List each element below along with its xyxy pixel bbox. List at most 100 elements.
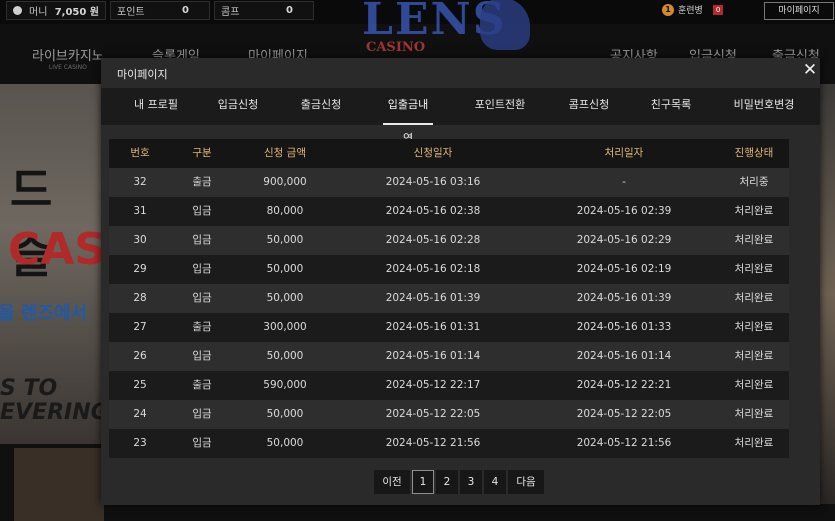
table-row: 24 입금 50,000 2024-05-12 22:05 2024-05-12 22:… — [109, 400, 789, 429]
cell-request-date: 2024-05-16 02:18 — [385, 263, 481, 275]
col-amount: 신청 금액 — [264, 147, 306, 159]
table-row: 28 입금 50,000 2024-05-16 01:39 2024-05-16 01:… — [109, 284, 789, 313]
table-row: 32 출금 900,000 2024-05-16 03:16 - 처리중 — [109, 168, 789, 197]
comp-value: 0 — [286, 5, 293, 16]
cell-process-date: 2024-05-12 22:05 — [576, 408, 672, 420]
banner-text-3: 을 렌즈에서 — [0, 303, 88, 324]
table-row: 23 입금 50,000 2024-05-12 21:56 2024-05-12 21:… — [109, 429, 789, 458]
mypage-button[interactable]: 마이페이지 — [764, 2, 834, 20]
col-request-date: 신청일자 — [413, 147, 453, 159]
user-name: 훈련병 — [678, 6, 703, 16]
level-icon: 1 — [662, 3, 674, 16]
cell-status: 처리완료 — [734, 292, 774, 304]
cell-process-date: 2024-05-16 02:19 — [576, 263, 672, 275]
table-row: 27 출금 300,000 2024-05-16 01:31 2024-05-16 01… — [109, 313, 789, 342]
table-body: 32 출금 900,000 2024-05-16 03:16 - 처리중 31 입금 80,00… — [109, 168, 789, 458]
tab-history[interactable]: 입출금내역 — [383, 88, 433, 145]
cell-process-date: 2024-05-12 21:56 — [576, 437, 672, 449]
cell-process-date: 2024-05-16 02:29 — [576, 234, 672, 246]
modal-tabs: 내 프로필 입금신청 출금신청 입출금내역 포인트전환 콤프신청 친구목록 비밀… — [101, 88, 820, 145]
table-header: 번호 구분 신청 금액 신청일자 처리일자 진행상태 — [109, 139, 789, 168]
point-balance: 포인트 0 — [110, 1, 210, 20]
money-balance: 머니 7,050 원 — [6, 1, 106, 20]
cell-amount: 50,000 — [266, 292, 304, 304]
pagination: 이전 1 2 3 4 다음 — [374, 470, 544, 494]
banner-text-4: S TO — [0, 376, 58, 401]
page-root: 머니 7,050 원 포인트 0 콤프 0 1 훈련병 0 마이페이지 LENS… — [0, 0, 835, 521]
cell-status: 처리완료 — [734, 379, 774, 391]
comp-label: 콤프 — [221, 7, 240, 18]
cell-amount: 50,000 — [266, 408, 304, 420]
col-type: 구분 — [192, 147, 212, 159]
tab-withdraw[interactable]: 출금신청 — [296, 88, 346, 125]
cell-type: 출금 — [192, 321, 212, 333]
nav-live-casino-sub: LIVE CASINO — [48, 64, 87, 71]
tab-deposit[interactable]: 입금신청 — [213, 88, 263, 125]
cell-type: 입금 — [192, 263, 212, 275]
cell-amount: 900,000 — [263, 176, 307, 188]
page-button-2[interactable]: 2 — [436, 470, 458, 494]
cell-status: 처리완료 — [734, 437, 774, 449]
cell-process-date: 2024-05-16 02:39 — [576, 205, 672, 217]
cell-process-date: 2024-05-16 01:14 — [576, 350, 672, 362]
cell-request-date: 2024-05-16 02:28 — [385, 234, 481, 246]
cell-request-date: 2024-05-16 03:16 — [385, 176, 481, 188]
col-number: 번호 — [130, 147, 150, 159]
cell-number: 32 — [133, 176, 147, 188]
table-row: 25 출금 590,000 2024-05-12 22:17 2024-05-12 22… — [109, 371, 789, 400]
mail-icon[interactable]: 0 — [712, 4, 724, 15]
cell-amount: 80,000 — [266, 205, 304, 217]
cell-type: 입금 — [192, 205, 212, 217]
next-page-button[interactable]: 다음 — [508, 470, 544, 494]
prev-page-button[interactable]: 이전 — [374, 470, 410, 494]
cell-amount: 50,000 — [266, 350, 304, 362]
cell-type: 입금 — [192, 408, 212, 420]
banner-text-2: CAS — [8, 224, 107, 275]
cell-status: 처리중 — [739, 176, 769, 188]
cell-status: 처리완료 — [734, 263, 774, 275]
tab-friends[interactable]: 친구목록 — [646, 88, 696, 125]
cell-number: 28 — [133, 292, 147, 304]
banner-left: 드 슬 CAS 을 렌즈에서 S TO EVERING — [0, 84, 109, 444]
money-icon — [13, 6, 22, 15]
col-status: 진행상태 — [734, 147, 774, 159]
tab-profile[interactable]: 내 프로필 — [128, 88, 184, 125]
history-table: 번호 구분 신청 금액 신청일자 처리일자 진행상태 32 출금 900,000 20… — [109, 139, 789, 458]
cell-type: 입금 — [192, 292, 212, 304]
cell-status: 처리완료 — [734, 234, 774, 246]
page-button-3[interactable]: 3 — [460, 470, 482, 494]
modal-header: 마이페이지 ✕ — [101, 58, 820, 88]
table-row: 31 입금 80,000 2024-05-16 02:38 2024-05-16 02:… — [109, 197, 789, 226]
point-value: 0 — [182, 5, 189, 16]
banner-bottom — [14, 448, 104, 521]
point-label: 포인트 — [117, 7, 145, 18]
cell-request-date: 2024-05-12 22:17 — [385, 379, 481, 391]
cell-amount: 50,000 — [266, 437, 304, 449]
cell-type: 출금 — [192, 379, 212, 391]
nav-live-casino-label: 라이브카지노 — [32, 49, 104, 64]
cell-number: 25 — [133, 379, 147, 391]
tab-comp[interactable]: 콤프신청 — [564, 88, 614, 125]
close-icon[interactable]: ✕ — [802, 62, 818, 79]
cell-type: 출금 — [192, 176, 212, 188]
banner-text-5: EVERING — [0, 400, 109, 425]
money-value: 7,050 원 — [54, 7, 99, 18]
cell-number: 24 — [133, 408, 147, 420]
comp-balance: 콤프 0 — [214, 1, 314, 20]
cell-status: 처리완료 — [734, 408, 774, 420]
cell-request-date: 2024-05-12 21:56 — [385, 437, 481, 449]
cell-process-date: 2024-05-16 01:39 — [576, 292, 672, 304]
tab-password[interactable]: 비밀번호변경 — [729, 88, 799, 125]
cell-request-date: 2024-05-16 02:38 — [385, 205, 481, 217]
cell-request-date: 2024-05-16 01:39 — [385, 292, 481, 304]
cell-process-date: 2024-05-12 22:21 — [576, 379, 672, 391]
user-badge[interactable]: 1 훈련병 0 — [662, 3, 724, 16]
nav-live-casino[interactable]: 라이브카지노 LIVE CASINO — [32, 45, 104, 71]
banner-right — [820, 84, 835, 504]
cell-number: 23 — [133, 437, 147, 449]
col-process-date: 처리일자 — [604, 147, 644, 159]
tab-point-convert[interactable]: 포인트전환 — [471, 88, 529, 125]
page-button-1[interactable]: 1 — [412, 470, 434, 494]
page-button-4[interactable]: 4 — [484, 470, 506, 494]
mypage-modal: 마이페이지 ✕ 내 프로필 입금신청 출금신청 입출금내역 포인트전환 콤프신청… — [101, 58, 820, 505]
